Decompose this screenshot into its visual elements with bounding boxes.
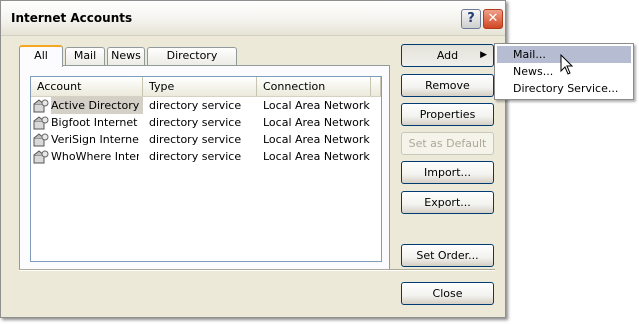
set-as-default-button[interactable]: Set as Default [401, 132, 494, 155]
title-bar: Internet Accounts ? ✕ [1, 1, 505, 36]
dialog-title: Internet Accounts [11, 11, 133, 25]
tab-directory-service[interactable]: Directory Service [147, 47, 237, 78]
account-type: directory service [149, 133, 242, 146]
column-header-connection[interactable]: Connection [257, 77, 371, 96]
list-header: Account Type Connection [31, 77, 381, 97]
directory-account-icon [33, 133, 49, 147]
tab-mail[interactable]: Mail [65, 47, 105, 65]
column-header-account[interactable]: Account [31, 77, 143, 96]
account-name: Active Directory [51, 97, 144, 114]
account-type: directory service [149, 116, 242, 129]
directory-account-icon [33, 150, 49, 164]
properties-button[interactable]: Properties [401, 103, 494, 126]
tab-panel: Account Type Connection Active Directory… [19, 65, 390, 271]
menu-item-directory-service[interactable]: Directory Service... [497, 80, 631, 97]
account-connection: Local Area Network [263, 133, 370, 146]
add-button-label: Add [436, 49, 459, 62]
account-connection: Local Area Network [263, 150, 370, 163]
account-connection: Local Area Network [263, 116, 370, 129]
list-item[interactable]: Active Directory directory service Local… [31, 97, 381, 114]
close-window-button[interactable]: ✕ [483, 9, 503, 29]
internet-accounts-dialog: Internet Accounts ? ✕ All Mail News Dire… [0, 0, 506, 318]
column-header-type[interactable]: Type [143, 77, 257, 96]
import-button[interactable]: Import... [401, 161, 494, 184]
column-header-filler [371, 77, 381, 96]
set-order-button[interactable]: Set Order... [401, 244, 494, 267]
account-name: VeriSign Internet ... [51, 133, 139, 146]
directory-account-icon [33, 99, 49, 113]
list-item[interactable]: VeriSign Internet ... directory service … [31, 131, 381, 148]
submenu-arrow-icon: ▶ [480, 50, 487, 60]
tab-all[interactable]: All [19, 45, 63, 67]
account-name: Bigfoot Internet ... [51, 116, 139, 129]
export-button[interactable]: Export... [401, 191, 494, 214]
close-button[interactable]: Close [401, 282, 494, 305]
divider [19, 269, 495, 271]
add-button[interactable]: Add ▶ [401, 44, 494, 67]
account-connection: Local Area Network [263, 99, 370, 112]
list-item[interactable]: WhoWhere Inter... directory service Loca… [31, 148, 381, 165]
accounts-list[interactable]: Account Type Connection Active Directory… [30, 76, 382, 262]
account-type: directory service [149, 99, 242, 112]
mouse-pointer-icon [560, 54, 574, 75]
account-name: WhoWhere Inter... [51, 150, 139, 163]
remove-button[interactable]: Remove [401, 74, 494, 97]
tab-news[interactable]: News [107, 47, 145, 65]
help-button[interactable]: ? [461, 9, 481, 29]
account-type: directory service [149, 150, 242, 163]
directory-account-icon [33, 116, 49, 130]
list-item[interactable]: Bigfoot Internet ... directory service L… [31, 114, 381, 131]
